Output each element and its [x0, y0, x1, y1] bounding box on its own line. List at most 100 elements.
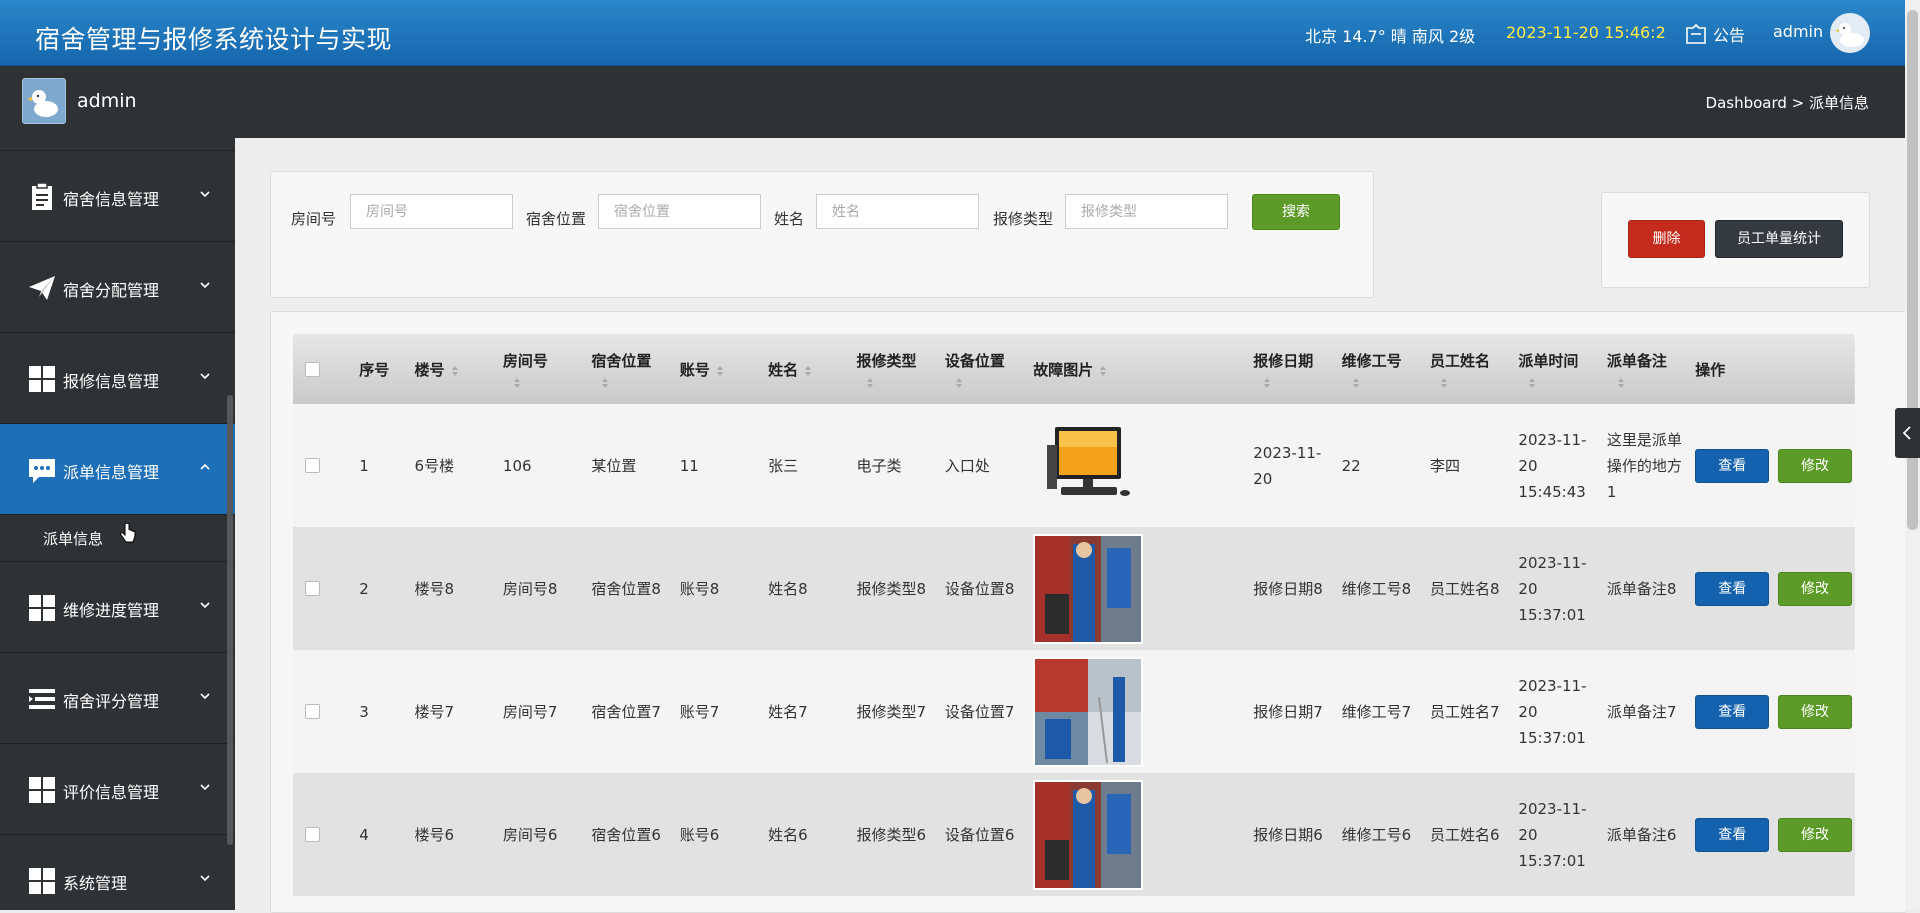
cell-room: 房间号8	[502, 579, 558, 598]
repair-photo-image[interactable]	[1033, 779, 1144, 890]
header-avatar[interactable]	[1830, 13, 1870, 53]
cell-building: 楼号6	[414, 825, 455, 844]
sidebar-scrollbar[interactable]	[227, 395, 233, 845]
chevron-up-icon	[200, 463, 210, 470]
sidebar-item-dorm-info[interactable]: 宿舍信息管理	[0, 151, 235, 242]
col-repair-date[interactable]: 报修日期	[1253, 334, 1341, 404]
sidebar-item-repair-progress[interactable]: 维修进度管理	[0, 562, 235, 653]
cell-name: 姓名8	[768, 579, 808, 598]
col-room[interactable]: 房间号	[503, 334, 591, 404]
cell-location: 宿舍位置6	[591, 825, 661, 844]
main-content: 房间号 宿舍位置 姓名 报修类型 搜索 删除 员工单量统计 序号 楼号	[235, 138, 1907, 913]
sidebar-subitem-label: 派单信息	[43, 530, 104, 548]
sidebar-item-dorm-assign[interactable]: 宿舍分配管理	[0, 242, 235, 333]
row-checkbox[interactable]	[305, 704, 320, 719]
sidebar-item-label: 宿舍信息管理	[63, 190, 160, 209]
weather-info: 北京 14.7° 晴 南风 2级	[1305, 27, 1476, 46]
hand-cursor-icon	[120, 523, 136, 543]
side-collapse-tab[interactable]	[1895, 408, 1920, 458]
col-worker-name[interactable]: 员工姓名	[1430, 334, 1518, 404]
cell-dispatch-time: 2023-11-20 15:45:43	[1518, 430, 1587, 501]
row-checkbox[interactable]	[305, 827, 320, 842]
cell-worker-name: 员工姓名7	[1430, 702, 1500, 721]
sidebar-item-review-info[interactable]: 评价信息管理	[0, 744, 235, 835]
cell-worker-name: 员工姓名8	[1430, 579, 1500, 598]
clock: 2023-11-20 15:46:2	[1506, 23, 1666, 42]
sort-icon	[1100, 365, 1107, 376]
chevron-down-icon	[200, 191, 210, 198]
cell-account: 11	[679, 456, 699, 475]
sidebar-item-system[interactable]: 系统管理	[0, 835, 235, 910]
cell-name: 姓名6	[768, 825, 808, 844]
type-input[interactable]	[1065, 194, 1228, 229]
sidebar-item-label: 评价信息管理	[63, 783, 160, 802]
user-avatar	[22, 78, 66, 124]
edit-button[interactable]: 修改	[1777, 448, 1852, 483]
sidebar-item-label: 维修进度管理	[63, 601, 160, 620]
cell-location: 宿舍位置8	[591, 579, 661, 598]
chevron-down-icon	[200, 373, 210, 380]
col-dispatch-note[interactable]: 派单备注	[1607, 334, 1695, 404]
cell-repair-type: 报修类型7	[856, 702, 927, 721]
cell-location: 某位置	[591, 456, 637, 475]
edit-button[interactable]: 修改	[1777, 571, 1852, 606]
cell-repair-type: 报修类型8	[856, 579, 927, 598]
chevron-left-icon	[1902, 426, 1911, 440]
grid-icon	[29, 868, 55, 894]
cell-dispatch-note: 派单备注8	[1606, 579, 1677, 598]
col-name[interactable]: 姓名	[768, 334, 856, 404]
delete-button[interactable]: 删除	[1628, 220, 1705, 258]
duck-avatar-icon	[27, 90, 58, 117]
location-input[interactable]	[598, 194, 761, 229]
cell-room: 房间号6	[502, 825, 558, 844]
cell-device-location: 设备位置8	[944, 579, 1015, 598]
cell-room: 106	[502, 456, 532, 475]
computer-image[interactable]	[1033, 421, 1143, 511]
view-button[interactable]: 查看	[1695, 571, 1770, 606]
room-input[interactable]	[350, 194, 513, 229]
repair-photo-image[interactable]	[1033, 656, 1144, 767]
view-button[interactable]: 查看	[1695, 448, 1770, 483]
col-worker-id[interactable]: 维修工号	[1342, 334, 1430, 404]
sort-icon	[1264, 377, 1271, 388]
view-button[interactable]: 查看	[1695, 694, 1770, 729]
table-row: 1 6号楼 106 某位置 11 张三 电子类 入口处 2023-11-20 2…	[293, 404, 1855, 527]
sidebar-item-dorm-score[interactable]: 宿舍评分管理	[0, 653, 235, 744]
col-device-location[interactable]: 设备位置	[945, 334, 1033, 404]
cell-index: 4	[359, 825, 369, 844]
sidebar-item-dispatch-info[interactable]: 派单信息管理	[0, 424, 235, 515]
select-all-checkbox[interactable]	[305, 361, 320, 377]
cell-room: 房间号7	[502, 702, 558, 721]
sort-icon	[1441, 377, 1448, 388]
chat-icon	[29, 459, 55, 483]
cell-index: 1	[359, 456, 369, 475]
col-location[interactable]: 宿舍位置	[591, 334, 679, 404]
col-fault-image[interactable]: 故障图片	[1033, 334, 1253, 404]
row-checkbox[interactable]	[305, 581, 320, 596]
grid-icon	[29, 777, 55, 803]
name-input[interactable]	[816, 194, 979, 229]
search-button[interactable]: 搜索	[1252, 194, 1340, 230]
worker-stats-button[interactable]: 员工单量统计	[1715, 220, 1843, 258]
type-label: 报修类型	[993, 210, 1054, 228]
repair-photo-image[interactable]	[1033, 533, 1144, 644]
cell-name: 姓名7	[768, 702, 808, 721]
col-repair-type[interactable]: 报修类型	[856, 334, 944, 404]
notice-label: 公告	[1713, 26, 1746, 45]
cell-fault-image	[1033, 773, 1253, 896]
col-building[interactable]: 楼号	[415, 334, 503, 404]
header-username[interactable]: admin	[1773, 22, 1823, 41]
notice-button[interactable]: 公告	[1685, 22, 1745, 46]
sort-icon	[716, 365, 723, 376]
breadcrumb[interactable]: Dashboard > 派单信息	[1706, 92, 1869, 113]
sidebar-subitem-dispatch[interactable]: 派单信息	[0, 515, 235, 562]
row-checkbox[interactable]	[305, 458, 320, 473]
edit-button[interactable]: 修改	[1777, 694, 1852, 729]
sidebar-item-label: 派单信息管理	[63, 463, 160, 482]
sidebar-item-repair-info[interactable]: 报修信息管理	[0, 333, 235, 424]
col-dispatch-time[interactable]: 派单时间	[1518, 334, 1606, 404]
view-button[interactable]: 查看	[1695, 817, 1770, 852]
col-account[interactable]: 账号	[680, 334, 768, 404]
edit-button[interactable]: 修改	[1777, 817, 1852, 852]
grid-icon	[29, 595, 55, 621]
